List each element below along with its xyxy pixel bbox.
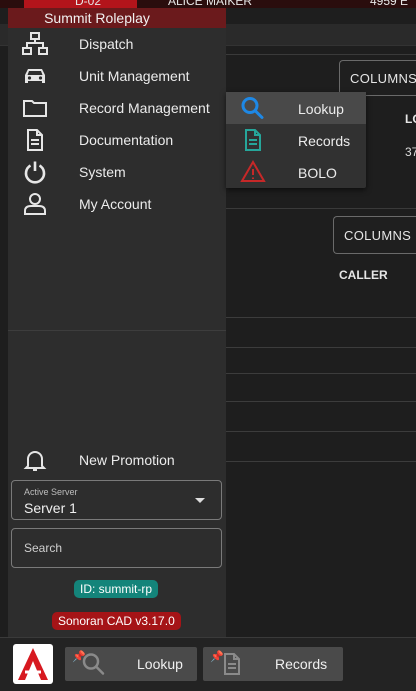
folder-icon (22, 96, 48, 120)
new-promotion-label: New Promotion (79, 452, 175, 468)
warning-icon (240, 160, 266, 184)
submenu-item-lookup[interactable]: Lookup (226, 92, 366, 124)
taskbar-records-button[interactable]: 📌 Records (203, 647, 343, 681)
active-server-caption: Active Server (24, 487, 78, 497)
taskbar-button-label: Lookup (137, 656, 183, 672)
taskbar: 📌 Lookup 📌 Records (0, 637, 416, 691)
search-icon (81, 652, 107, 676)
submenu-item-bolo[interactable]: BOLO (226, 156, 366, 188)
chevron-down-icon (195, 498, 205, 503)
top-unit-name: ALICE MAIKER (168, 0, 253, 8)
nav-label: Documentation (79, 132, 174, 148)
nav-label: System (79, 164, 126, 180)
column-header-caller: CALLER (339, 268, 388, 282)
top-unit-id: D-02 (75, 0, 102, 8)
nav-item-my-account[interactable]: My Account (8, 188, 226, 220)
car-icon (22, 64, 48, 88)
search-input[interactable] (11, 528, 222, 568)
top-unit-extra: 4959 E (370, 0, 409, 8)
version-badge: Sonoran CAD v3.17.0 (52, 612, 181, 630)
columns-label-calls: COLUMNS (344, 227, 412, 243)
network-icon (22, 32, 48, 56)
search-icon (240, 96, 266, 120)
record-management-submenu: Lookup Records BOLO (226, 92, 366, 188)
active-server-value: Server 1 (24, 500, 77, 516)
nav-menu: Dispatch Unit Management Record Manageme… (8, 28, 226, 220)
column-header-location: LO (405, 112, 416, 126)
submenu-item-records[interactable]: Records (226, 124, 366, 156)
nav-item-documentation[interactable]: Documentation (8, 124, 226, 156)
active-server-select[interactable]: Active Server Server 1 (11, 480, 222, 520)
columns-button-calls[interactable]: COLUMNS (333, 216, 416, 254)
new-promotion-item[interactable]: New Promotion (8, 444, 226, 476)
app-logo-button[interactable] (13, 644, 53, 684)
table-row[interactable] (226, 288, 416, 318)
nav-item-record-management[interactable]: Record Management (8, 92, 226, 124)
records-icon (219, 652, 245, 676)
drawer-divider (8, 330, 226, 331)
power-icon (22, 160, 48, 184)
bell-icon (22, 448, 48, 472)
user-icon (22, 192, 48, 216)
table-row[interactable] (226, 344, 416, 374)
nav-item-dispatch[interactable]: Dispatch (8, 28, 226, 60)
submenu-label: Lookup (298, 101, 344, 117)
table-row[interactable] (226, 372, 416, 402)
nav-label: Record Management (79, 100, 210, 116)
community-id-badge: ID: summit-rp (74, 580, 158, 598)
table-row[interactable] (226, 432, 416, 462)
nav-label: Unit Management (79, 68, 190, 84)
submenu-label: BOLO (298, 165, 337, 181)
table-row[interactable] (226, 402, 416, 432)
nav-item-unit-management[interactable]: Unit Management (8, 60, 226, 92)
table-cell: 37 (405, 145, 416, 159)
records-icon (240, 128, 266, 152)
sonoran-logo-icon (18, 648, 48, 680)
side-drawer: Summit Roleplay Dispatch Unit Management… (8, 8, 226, 637)
nav-label: My Account (79, 196, 152, 212)
columns-button[interactable]: COLUMNS (339, 60, 416, 96)
taskbar-lookup-button[interactable]: 📌 Lookup (65, 647, 197, 681)
community-title-text: Summit Roleplay (44, 10, 150, 26)
community-title: Summit Roleplay (8, 8, 226, 28)
nav-item-system[interactable]: System (8, 156, 226, 188)
taskbar-button-label: Records (275, 656, 328, 672)
nav-label: Dispatch (79, 36, 134, 52)
submenu-label: Records (298, 133, 351, 149)
columns-label: COLUMNS (350, 70, 416, 86)
document-icon (22, 128, 48, 152)
